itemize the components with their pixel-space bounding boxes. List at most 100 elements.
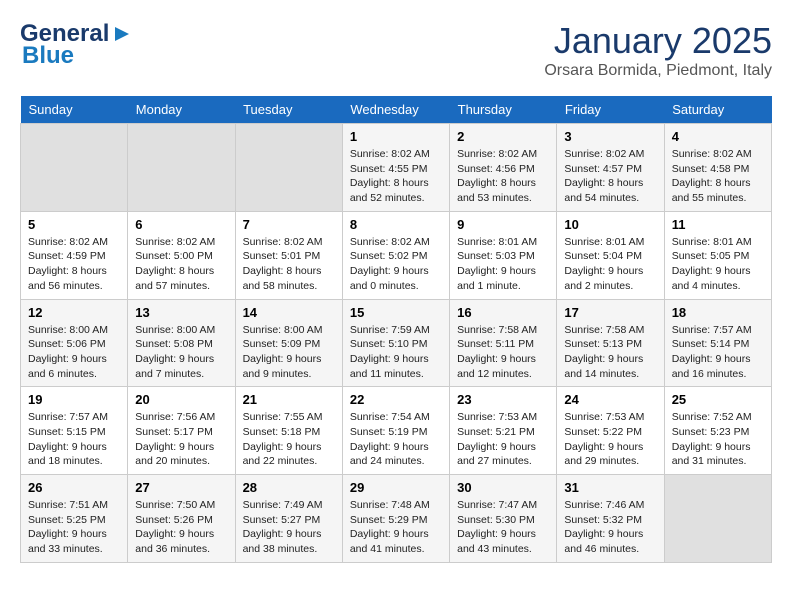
calendar-day-cell: 11 Sunrise: 8:01 AMSunset: 5:05 PMDayligh… bbox=[664, 211, 771, 299]
day-info: Sunrise: 7:49 AMSunset: 5:27 PMDaylight:… bbox=[243, 498, 335, 557]
calendar-day-cell: 29 Sunrise: 7:48 AMSunset: 5:29 PMDayligh… bbox=[342, 475, 449, 563]
day-number: 27 bbox=[135, 480, 227, 495]
day-number: 2 bbox=[457, 129, 549, 144]
calendar-day-cell: 21 Sunrise: 7:55 AMSunset: 5:18 PMDayligh… bbox=[235, 387, 342, 475]
calendar-day-cell: 16 Sunrise: 7:58 AMSunset: 5:11 PMDayligh… bbox=[450, 299, 557, 387]
day-info: Sunrise: 8:02 AMSunset: 4:58 PMDaylight:… bbox=[672, 147, 764, 206]
weekday-header: Tuesday bbox=[235, 96, 342, 124]
day-info: Sunrise: 8:01 AMSunset: 5:04 PMDaylight:… bbox=[564, 235, 656, 294]
day-info: Sunrise: 8:01 AMSunset: 5:05 PMDaylight:… bbox=[672, 235, 764, 294]
day-number: 9 bbox=[457, 217, 549, 232]
calendar-day-cell: 17 Sunrise: 7:58 AMSunset: 5:13 PMDayligh… bbox=[557, 299, 664, 387]
logo: General Blue bbox=[20, 20, 133, 70]
day-info: Sunrise: 7:59 AMSunset: 5:10 PMDaylight:… bbox=[350, 323, 442, 382]
day-number: 25 bbox=[672, 392, 764, 407]
day-number: 20 bbox=[135, 392, 227, 407]
calendar-week-row: 26 Sunrise: 7:51 AMSunset: 5:25 PMDayligh… bbox=[21, 475, 772, 563]
day-info: Sunrise: 8:00 AMSunset: 5:08 PMDaylight:… bbox=[135, 323, 227, 382]
day-number: 30 bbox=[457, 480, 549, 495]
day-number: 28 bbox=[243, 480, 335, 495]
calendar-table: SundayMondayTuesdayWednesdayThursdayFrid… bbox=[20, 96, 772, 563]
calendar-day-cell: 23 Sunrise: 7:53 AMSunset: 5:21 PMDayligh… bbox=[450, 387, 557, 475]
calendar-day-cell: 31Sunrise: 7:46 AMSunset: 5:32 PMDayligh… bbox=[557, 475, 664, 563]
day-info: Sunrise: 8:02 AMSunset: 5:01 PMDaylight:… bbox=[243, 235, 335, 294]
day-info: Sunrise: 7:48 AMSunset: 5:29 PMDaylight:… bbox=[350, 498, 442, 557]
calendar-week-row: 1 Sunrise: 8:02 AMSunset: 4:55 PMDaylight… bbox=[21, 124, 772, 212]
calendar-day-cell: 7 Sunrise: 8:02 AMSunset: 5:01 PMDaylight… bbox=[235, 211, 342, 299]
calendar-week-row: 5 Sunrise: 8:02 AMSunset: 4:59 PMDaylight… bbox=[21, 211, 772, 299]
calendar-day-cell: 19Sunrise: 7:57 AMSunset: 5:15 PMDayligh… bbox=[21, 387, 128, 475]
day-info: Sunrise: 7:57 AMSunset: 5:14 PMDaylight:… bbox=[672, 323, 764, 382]
calendar-day-cell: 14 Sunrise: 8:00 AMSunset: 5:09 PMDayligh… bbox=[235, 299, 342, 387]
weekday-header: Thursday bbox=[450, 96, 557, 124]
day-info: Sunrise: 7:58 AMSunset: 5:11 PMDaylight:… bbox=[457, 323, 549, 382]
calendar-day-cell: 9Sunrise: 8:01 AMSunset: 5:03 PMDaylight… bbox=[450, 211, 557, 299]
day-number: 23 bbox=[457, 392, 549, 407]
day-info: Sunrise: 7:52 AMSunset: 5:23 PMDaylight:… bbox=[672, 410, 764, 469]
day-info: Sunrise: 8:02 AMSunset: 4:55 PMDaylight:… bbox=[350, 147, 442, 206]
day-number: 22 bbox=[350, 392, 442, 407]
calendar-day-cell: 24Sunrise: 7:53 AMSunset: 5:22 PMDayligh… bbox=[557, 387, 664, 475]
day-info: Sunrise: 8:02 AMSunset: 5:00 PMDaylight:… bbox=[135, 235, 227, 294]
day-info: Sunrise: 7:58 AMSunset: 5:13 PMDaylight:… bbox=[564, 323, 656, 382]
day-number: 5 bbox=[28, 217, 120, 232]
day-number: 16 bbox=[457, 305, 549, 320]
weekday-header-row: SundayMondayTuesdayWednesdayThursdayFrid… bbox=[21, 96, 772, 124]
day-number: 8 bbox=[350, 217, 442, 232]
calendar-day-cell: 20Sunrise: 7:56 AMSunset: 5:17 PMDayligh… bbox=[128, 387, 235, 475]
day-number: 17 bbox=[564, 305, 656, 320]
day-number: 10 bbox=[564, 217, 656, 232]
calendar-day-cell bbox=[128, 124, 235, 212]
day-number: 1 bbox=[350, 129, 442, 144]
calendar-day-cell: 2 Sunrise: 8:02 AMSunset: 4:56 PMDaylight… bbox=[450, 124, 557, 212]
calendar-day-cell: 15 Sunrise: 7:59 AMSunset: 5:10 PMDayligh… bbox=[342, 299, 449, 387]
day-info: Sunrise: 8:02 AMSunset: 4:59 PMDaylight:… bbox=[28, 235, 120, 294]
day-info: Sunrise: 7:51 AMSunset: 5:25 PMDaylight:… bbox=[28, 498, 120, 557]
day-number: 29 bbox=[350, 480, 442, 495]
day-number: 3 bbox=[564, 129, 656, 144]
day-number: 14 bbox=[243, 305, 335, 320]
calendar-day-cell: 3 Sunrise: 8:02 AMSunset: 4:57 PMDaylight… bbox=[557, 124, 664, 212]
calendar-day-cell: 18Sunrise: 7:57 AMSunset: 5:14 PMDayligh… bbox=[664, 299, 771, 387]
weekday-header: Sunday bbox=[21, 96, 128, 124]
day-info: Sunrise: 7:54 AMSunset: 5:19 PMDaylight:… bbox=[350, 410, 442, 469]
calendar-day-cell: 13 Sunrise: 8:00 AMSunset: 5:08 PMDayligh… bbox=[128, 299, 235, 387]
day-number: 15 bbox=[350, 305, 442, 320]
day-info: Sunrise: 8:00 AMSunset: 5:09 PMDaylight:… bbox=[243, 323, 335, 382]
logo-icon bbox=[111, 23, 133, 45]
calendar-day-cell: 4Sunrise: 8:02 AMSunset: 4:58 PMDaylight… bbox=[664, 124, 771, 212]
day-info: Sunrise: 8:00 AMSunset: 5:06 PMDaylight:… bbox=[28, 323, 120, 382]
calendar-day-cell bbox=[664, 475, 771, 563]
day-info: Sunrise: 7:53 AMSunset: 5:21 PMDaylight:… bbox=[457, 410, 549, 469]
day-info: Sunrise: 8:02 AMSunset: 4:56 PMDaylight:… bbox=[457, 147, 549, 206]
day-number: 7 bbox=[243, 217, 335, 232]
day-number: 21 bbox=[243, 392, 335, 407]
calendar-day-cell: 12 Sunrise: 8:00 AMSunset: 5:06 PMDayligh… bbox=[21, 299, 128, 387]
day-info: Sunrise: 7:50 AMSunset: 5:26 PMDaylight:… bbox=[135, 498, 227, 557]
day-info: Sunrise: 7:53 AMSunset: 5:22 PMDaylight:… bbox=[564, 410, 656, 469]
title-block: January 2025 Orsara Bormida, Piedmont, I… bbox=[544, 20, 772, 80]
calendar-day-cell: 27 Sunrise: 7:50 AMSunset: 5:26 PMDayligh… bbox=[128, 475, 235, 563]
day-number: 26 bbox=[28, 480, 120, 495]
weekday-header: Saturday bbox=[664, 96, 771, 124]
day-number: 12 bbox=[28, 305, 120, 320]
day-info: Sunrise: 7:47 AMSunset: 5:30 PMDaylight:… bbox=[457, 498, 549, 557]
day-info: Sunrise: 8:02 AMSunset: 4:57 PMDaylight:… bbox=[564, 147, 656, 206]
day-info: Sunrise: 7:57 AMSunset: 5:15 PMDaylight:… bbox=[28, 410, 120, 469]
location-subtitle: Orsara Bormida, Piedmont, Italy bbox=[544, 62, 772, 80]
weekday-header: Friday bbox=[557, 96, 664, 124]
calendar-day-cell: 26 Sunrise: 7:51 AMSunset: 5:25 PMDayligh… bbox=[21, 475, 128, 563]
weekday-header: Monday bbox=[128, 96, 235, 124]
day-info: Sunrise: 7:46 AMSunset: 5:32 PMDaylight:… bbox=[564, 498, 656, 557]
page-header: General Blue January 2025 Orsara Bormida… bbox=[20, 20, 772, 80]
calendar-day-cell: 28 Sunrise: 7:49 AMSunset: 5:27 PMDayligh… bbox=[235, 475, 342, 563]
month-title: January 2025 bbox=[544, 20, 772, 62]
day-info: Sunrise: 7:55 AMSunset: 5:18 PMDaylight:… bbox=[243, 410, 335, 469]
calendar-week-row: 12 Sunrise: 8:00 AMSunset: 5:06 PMDayligh… bbox=[21, 299, 772, 387]
calendar-day-cell: 8Sunrise: 8:02 AMSunset: 5:02 PMDaylight… bbox=[342, 211, 449, 299]
day-number: 11 bbox=[672, 217, 764, 232]
day-number: 6 bbox=[135, 217, 227, 232]
calendar-day-cell: 6 Sunrise: 8:02 AMSunset: 5:00 PMDaylight… bbox=[128, 211, 235, 299]
calendar-day-cell: 30 Sunrise: 7:47 AMSunset: 5:30 PMDayligh… bbox=[450, 475, 557, 563]
day-number: 13 bbox=[135, 305, 227, 320]
